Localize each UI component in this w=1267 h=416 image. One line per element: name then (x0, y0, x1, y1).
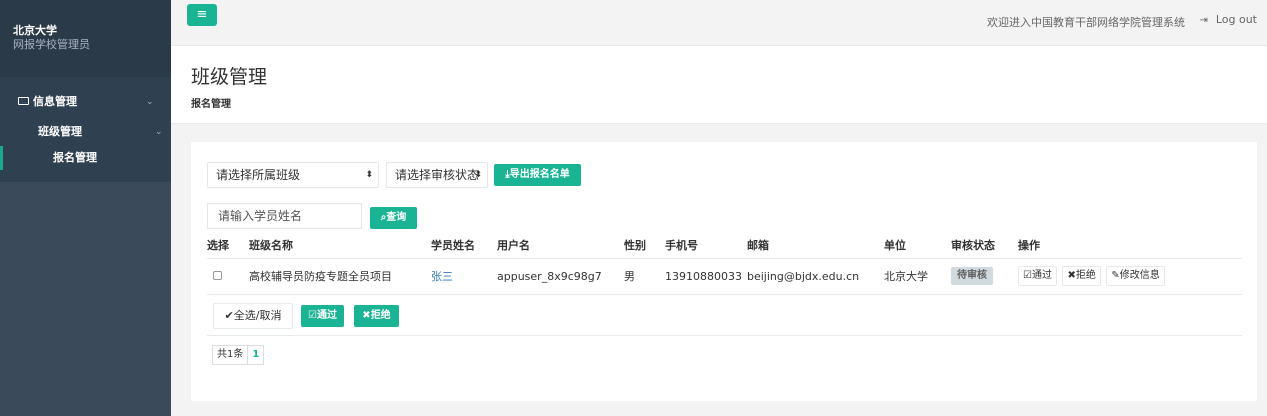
sidebar-item-label: 信息管理 (33, 95, 77, 108)
status-select-value: 请选择审核状态 (395, 168, 480, 182)
table-row: 高校辅导员防疫专题全员项目 张三 appuser_8x9c98g7 男 1391… (207, 258, 1242, 295)
edit-button[interactable]: ✎修改信息 (1106, 266, 1165, 286)
select-caret-icon: ⬍ (474, 170, 482, 180)
welcome-text: 欢迎进入中国教育干部网络学院管理系统 (987, 16, 1185, 29)
class-select-value: 请选择所属班级 (216, 168, 301, 182)
column-header: 性别 (624, 232, 665, 259)
gender-cell: 男 (624, 258, 665, 295)
student-name-link[interactable]: 张三 (431, 270, 453, 283)
sidebar-profile: 北京大学 网报学校管理员 (0, 0, 171, 77)
sidebar-item-info-management[interactable]: 信息管理 ⌄ (0, 90, 171, 114)
class-select[interactable]: 请选择所属班级 ⬍ (207, 162, 379, 188)
bulk-approve-button[interactable]: ☑通过 (301, 305, 344, 327)
sidebar-item-class-management[interactable]: 班级管理 ⌄ (0, 120, 171, 144)
select-all-button[interactable]: ✔全选/取消 (213, 303, 293, 329)
column-header: 操作 (1018, 232, 1242, 259)
status-badge: 待审核 (951, 267, 993, 285)
status-select[interactable]: 请选择审核状态 ⬍ (386, 162, 488, 188)
reject-button[interactable]: ✖拒绝 (1062, 266, 1101, 286)
sidebar-item-label: 班级管理 (38, 125, 82, 138)
column-header: 学员姓名 (431, 232, 497, 259)
divider (207, 335, 1242, 336)
table-header-row: 选择 班级名称 学员姓名 用户名 性别 手机号 邮箱 单位 审核状态 操作 (207, 232, 1242, 259)
select-caret-icon: ⬍ (365, 170, 373, 180)
logout-link[interactable]: ⇥ Log out (1199, 13, 1257, 26)
search-button-label: 查询 (386, 212, 407, 223)
page-1-link[interactable]: 1 (247, 346, 263, 364)
column-header: 单位 (884, 232, 951, 259)
export-button-label: 导出报名名单 (509, 169, 570, 180)
row-checkbox[interactable] (213, 270, 222, 280)
signup-table: 选择 班级名称 学员姓名 用户名 性别 手机号 邮箱 单位 审核状态 操作 高校… (207, 232, 1242, 295)
approve-button[interactable]: ☑通过 (1018, 266, 1057, 286)
pagination-total: 共1条 (217, 349, 244, 360)
search-button[interactable]: ⌕查询 (370, 207, 417, 229)
column-header: 班级名称 (249, 232, 431, 259)
class-name-cell: 高校辅导员防疫专题全员项目 (249, 258, 431, 295)
column-header: 用户名 (497, 232, 624, 259)
sidebar-item-label: 报名管理 (53, 151, 97, 164)
reject-label: 拒绝 (1075, 270, 1096, 281)
username-cell: appuser_8x9c98g7 (497, 258, 624, 295)
logout-label: Log out (1215, 13, 1257, 26)
student-name-input[interactable]: 请输入学员姓名 (207, 203, 362, 229)
export-button[interactable]: ⤓导出报名名单 (494, 164, 581, 186)
check-square-icon: ☑ (1023, 270, 1032, 281)
menu-icon: ≡ (196, 7, 208, 22)
close-icon: ✖ (1067, 270, 1076, 281)
column-header: 邮箱 (747, 232, 884, 259)
bulk-reject-button[interactable]: ✖拒绝 (354, 305, 399, 327)
approve-label: 通过 (1031, 270, 1052, 281)
org-name: 北京大学 (13, 24, 57, 37)
menu-toggle-button[interactable]: ≡ (187, 4, 217, 26)
content-panel: 请选择所属班级 ⬍ 请选择审核状态 ⬍ ⤓导出报名名单 请输入学员姓名 ⌕查询 … (191, 142, 1257, 401)
sidebar-background (0, 182, 171, 416)
keyboard-icon (18, 97, 29, 105)
unit-cell: 北京大学 (884, 258, 951, 295)
edit-icon: ✎ (1111, 270, 1120, 281)
breadcrumb: 报名管理 (191, 99, 231, 110)
chevron-down-icon: ⌄ (155, 127, 163, 137)
sidebar: 北京大学 网报学校管理员 信息管理 ⌄ 班级管理 ⌄ 报名管理 (0, 0, 171, 416)
phone-cell: 13910880033 (665, 258, 747, 295)
chevron-down-icon: ⌄ (146, 97, 154, 107)
check-square-icon: ☑ (308, 310, 317, 321)
column-header: 审核状态 (951, 232, 1018, 259)
role-name: 网报学校管理员 (13, 38, 90, 51)
topbar: ≡ 欢迎进入中国教育干部网络学院管理系统 ⇥ Log out (171, 0, 1267, 46)
edit-label: 修改信息 (1119, 270, 1160, 281)
bulk-approve-label: 通过 (316, 310, 337, 321)
sidebar-item-signup-management[interactable]: 报名管理 (0, 146, 171, 170)
check-icon: ✔ (224, 309, 234, 322)
bulk-reject-label: 拒绝 (370, 310, 391, 321)
sign-out-icon: ⇥ (1199, 15, 1208, 26)
column-header: 手机号 (665, 232, 747, 259)
page-title: 班级管理 (191, 66, 268, 88)
column-header: 选择 (207, 232, 249, 259)
close-icon: ✖ (362, 310, 371, 321)
page-heading: 班级管理 报名管理 (171, 46, 1267, 124)
select-all-label: 全选/取消 (233, 309, 282, 322)
pagination: 共1条 1 (212, 345, 265, 365)
student-name-placeholder: 请输入学员姓名 (218, 209, 303, 223)
email-cell: beijing@bjdx.edu.cn (747, 258, 884, 295)
